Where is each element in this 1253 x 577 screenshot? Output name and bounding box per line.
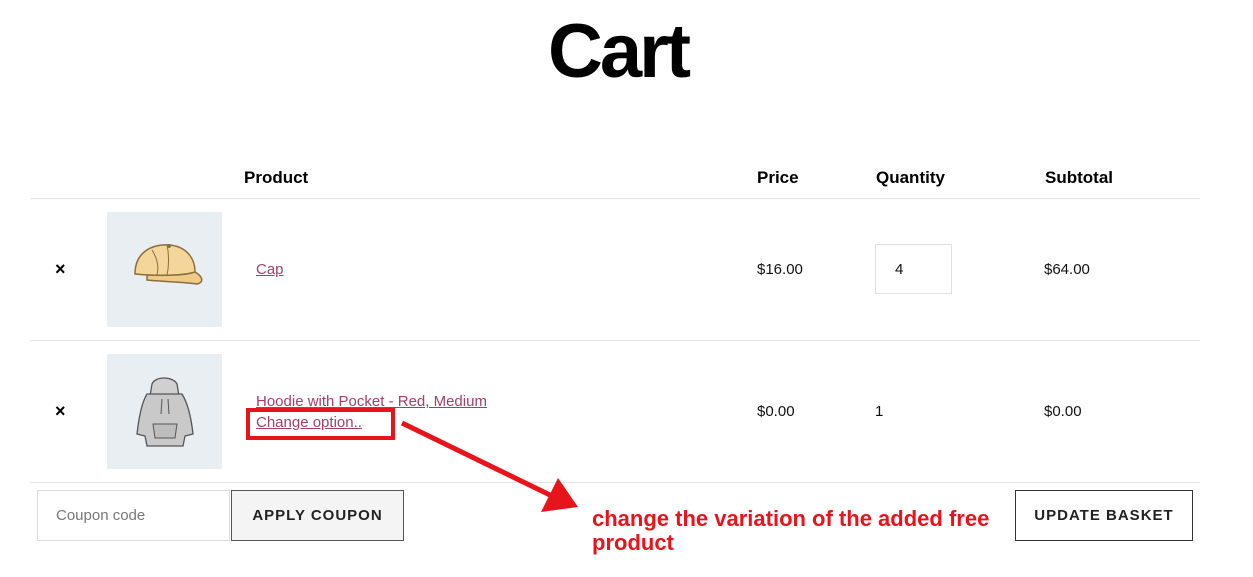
cap-icon xyxy=(134,244,203,285)
header-subtotal: Subtotal xyxy=(1045,168,1113,187)
quantity-value: 1 xyxy=(875,403,884,420)
table-row: × Hoodie with Pocket - Red, Medium Chang… xyxy=(30,341,1200,483)
product-link-cap[interactable]: Cap xyxy=(256,261,284,278)
price-cell: $0.00 xyxy=(757,403,795,420)
update-basket-button[interactable]: UPDATE BASKET xyxy=(1015,490,1193,541)
annotation-text: change the variation of the added free p… xyxy=(592,506,990,555)
remove-item-button[interactable]: × xyxy=(55,259,66,280)
header-product: Product xyxy=(244,168,309,187)
cart-table: Product Price Quantity Subtotal × Cap $1… xyxy=(30,160,1200,483)
header-price: Price xyxy=(757,168,799,187)
remove-item-button[interactable]: × xyxy=(55,401,66,422)
table-row: × Cap $16.00 $64.00 xyxy=(30,199,1200,341)
hoodie-icon xyxy=(136,377,194,447)
price-cell: $16.00 xyxy=(757,261,803,278)
coupon-code-input[interactable] xyxy=(37,490,230,541)
subtotal-cell: $0.00 xyxy=(1044,403,1082,420)
annotation-highlight-box xyxy=(246,408,395,440)
apply-coupon-button[interactable]: APPLY COUPON xyxy=(231,490,404,541)
page-title: Cart xyxy=(547,9,691,94)
product-thumbnail-hoodie[interactable] xyxy=(107,354,222,469)
quantity-input[interactable] xyxy=(875,244,952,294)
subtotal-cell: $64.00 xyxy=(1044,261,1090,278)
product-thumbnail-cap[interactable] xyxy=(107,212,222,327)
header-quantity: Quantity xyxy=(876,168,945,187)
table-header: Product Price Quantity Subtotal xyxy=(30,160,1200,199)
